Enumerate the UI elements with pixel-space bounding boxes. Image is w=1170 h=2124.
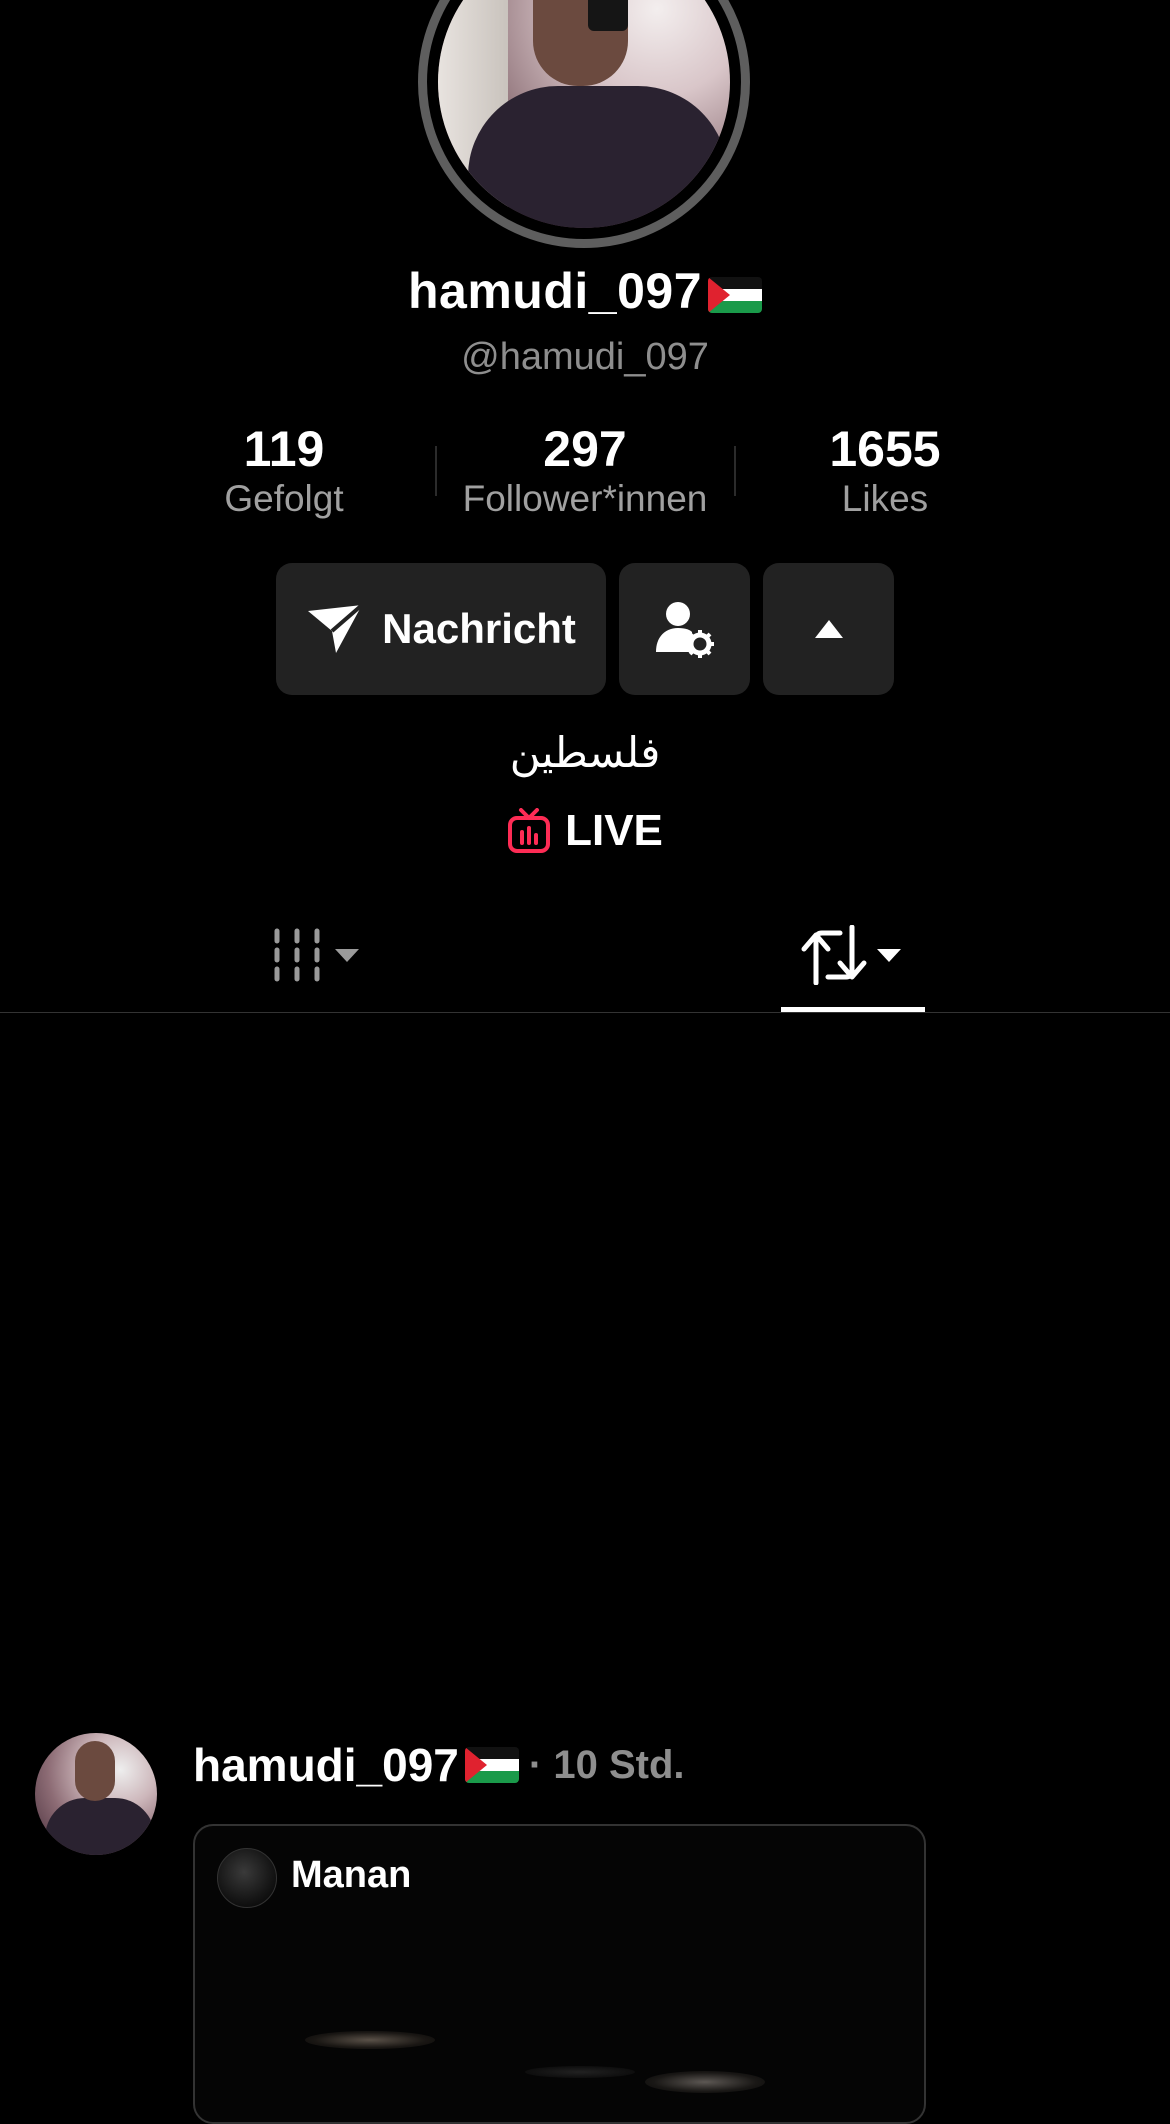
tabs-divider [0, 1012, 1170, 1013]
video-preview-element [525, 2066, 635, 2078]
profile-photo [438, 0, 730, 228]
followers-label: Follower*innen [462, 478, 708, 519]
display-name-text: hamudi_097 [407, 263, 702, 319]
message-button[interactable]: Nachricht [276, 563, 606, 695]
palestine-flag-icon [708, 276, 762, 313]
chevron-down-icon [335, 949, 359, 962]
quoted-post-card[interactable]: Manan [193, 1824, 926, 2124]
followers-count: 297 [543, 421, 627, 477]
person-gear-icon [655, 602, 714, 658]
send-icon [308, 603, 364, 653]
live-link[interactable]: LIVE [0, 806, 1170, 856]
grid-icon [274, 928, 320, 982]
video-preview-element [645, 2071, 765, 2093]
live-tv-icon [508, 808, 551, 853]
quoted-author-avatar[interactable] [217, 1848, 277, 1908]
stat-following[interactable]: 119 Gefolgt [134, 420, 434, 520]
tab-reposts[interactable] [800, 920, 910, 990]
message-button-label: Nachricht [382, 605, 576, 652]
username-handle: @hamudi_097 [461, 336, 709, 378]
likes-label: Likes [841, 478, 929, 519]
likes-count: 1655 [829, 421, 941, 477]
profile-avatar[interactable] [418, 0, 750, 248]
user-settings-button[interactable] [619, 563, 750, 695]
following-count: 119 [243, 421, 325, 477]
stat-followers[interactable]: 297 Follower*innen [435, 420, 735, 520]
post-timestamp: · 10 Std. [528, 1742, 685, 1787]
quoted-author-name[interactable]: Manan [291, 1854, 411, 1897]
post-author-name[interactable]: hamudi_097 [193, 1738, 459, 1792]
stat-likes[interactable]: 1655 Likes [735, 420, 1035, 520]
bio-text: فلسطين [509, 728, 661, 777]
video-preview-element [305, 2031, 435, 2049]
collapse-suggestions-button[interactable] [763, 563, 894, 695]
post-author-avatar[interactable] [35, 1733, 157, 1855]
tab-videos[interactable] [272, 925, 372, 985]
following-label: Gefolgt [224, 478, 344, 519]
display-name: hamudi_097 [0, 262, 1170, 320]
live-label: LIVE [565, 806, 663, 855]
caret-up-icon [814, 620, 843, 638]
chevron-down-icon [877, 949, 901, 962]
palestine-flag-icon [464, 1747, 519, 1783]
post-header: hamudi_097 · 10 Std. [193, 1738, 685, 1792]
repost-icon [801, 925, 867, 985]
